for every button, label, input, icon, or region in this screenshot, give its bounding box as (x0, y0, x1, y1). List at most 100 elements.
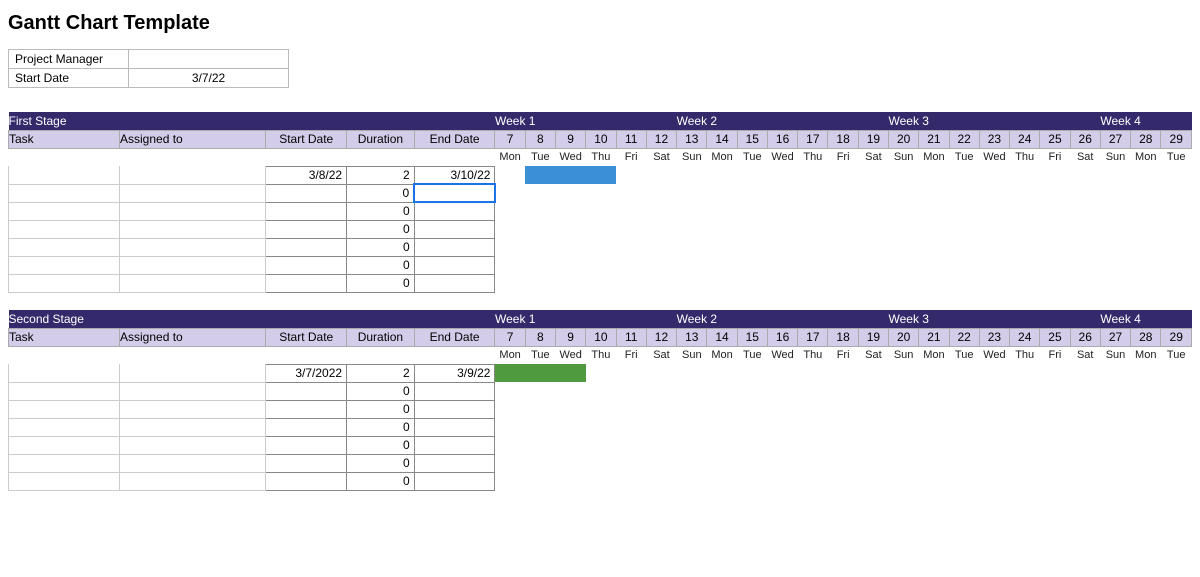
task-row[interactable]: 0 (9, 238, 1192, 256)
gantt-day-cell (677, 220, 707, 238)
task-cell[interactable] (9, 454, 120, 472)
duration-cell[interactable]: 0 (347, 400, 415, 418)
duration-cell[interactable]: 0 (347, 472, 415, 490)
task-cell[interactable] (9, 256, 120, 274)
start-date-cell[interactable] (266, 400, 347, 418)
end-date-cell[interactable] (414, 400, 495, 418)
assigned-cell[interactable] (120, 274, 266, 292)
task-cell[interactable] (9, 238, 120, 256)
task-cell[interactable] (9, 184, 120, 202)
task-row[interactable]: 0 (9, 256, 1192, 274)
end-date-cell[interactable] (414, 256, 495, 274)
duration-cell[interactable]: 0 (347, 220, 415, 238)
task-cell[interactable] (9, 166, 120, 184)
duration-cell[interactable]: 0 (347, 238, 415, 256)
start-date-cell[interactable]: 3/7/2022 (266, 364, 347, 382)
task-cell[interactable] (9, 364, 120, 382)
end-date-cell[interactable] (414, 472, 495, 490)
end-date-cell[interactable] (414, 238, 495, 256)
gantt-day-cell (767, 256, 797, 274)
start-date-cell[interactable] (266, 382, 347, 400)
gantt-day-cell (556, 238, 586, 256)
assigned-cell[interactable] (120, 364, 266, 382)
day-number: 14 (707, 328, 737, 346)
end-date-cell[interactable]: 3/9/22 (414, 364, 495, 382)
task-row[interactable]: 0 (9, 454, 1192, 472)
task-row[interactable]: 0 (9, 436, 1192, 454)
task-row[interactable]: 0 (9, 382, 1192, 400)
task-row[interactable]: 0 (9, 202, 1192, 220)
duration-cell[interactable]: 0 (347, 184, 415, 202)
end-date-cell[interactable] (414, 274, 495, 292)
gantt-day-cell (828, 454, 858, 472)
gantt-day-cell (798, 400, 828, 418)
end-date-cell[interactable] (414, 184, 495, 202)
duration-cell[interactable]: 0 (347, 436, 415, 454)
end-date-cell[interactable] (414, 220, 495, 238)
gantt-day-cell (919, 436, 949, 454)
duration-cell[interactable]: 2 (347, 166, 415, 184)
duration-cell[interactable]: 0 (347, 256, 415, 274)
duration-cell[interactable]: 2 (347, 364, 415, 382)
start-date-cell[interactable] (266, 256, 347, 274)
gantt-grid[interactable]: First StageWeek 1Week 2Week 3Week 4TaskA… (8, 112, 1192, 491)
task-cell[interactable] (9, 472, 120, 490)
task-cell[interactable] (9, 274, 120, 292)
start-date-cell[interactable]: 3/8/22 (266, 166, 347, 184)
start-date-cell[interactable] (266, 274, 347, 292)
task-row[interactable]: 0 (9, 472, 1192, 490)
task-cell[interactable] (9, 382, 120, 400)
gantt-day-cell (979, 418, 1009, 436)
end-date-cell[interactable]: 3/10/22 (414, 166, 495, 184)
assigned-cell[interactable] (120, 454, 266, 472)
task-cell[interactable] (9, 436, 120, 454)
task-cell[interactable] (9, 400, 120, 418)
start-date-cell[interactable] (266, 418, 347, 436)
task-cell[interactable] (9, 418, 120, 436)
start-date-cell[interactable] (266, 202, 347, 220)
task-row[interactable]: 0 (9, 274, 1192, 292)
task-row[interactable]: 3/8/2223/10/22 (9, 166, 1192, 184)
assigned-cell[interactable] (120, 256, 266, 274)
start-date-cell[interactable] (266, 238, 347, 256)
task-row[interactable]: 0 (9, 220, 1192, 238)
end-date-cell[interactable] (414, 382, 495, 400)
start-date-cell[interactable] (266, 436, 347, 454)
end-date-cell[interactable] (414, 436, 495, 454)
assigned-cell[interactable] (120, 436, 266, 454)
task-row[interactable]: 3/7/202223/9/22 (9, 364, 1192, 382)
duration-cell[interactable]: 0 (347, 274, 415, 292)
start-date-cell[interactable] (266, 472, 347, 490)
day-number: 10 (586, 328, 616, 346)
assigned-cell[interactable] (120, 184, 266, 202)
end-date-cell[interactable] (414, 202, 495, 220)
start-date-value-cell[interactable]: 3/7/22 (129, 69, 289, 88)
day-of-week: Wed (556, 148, 586, 166)
duration-cell[interactable]: 0 (347, 454, 415, 472)
assigned-cell[interactable] (120, 472, 266, 490)
pm-value-cell[interactable] (129, 50, 289, 69)
gantt-day-cell (919, 202, 949, 220)
duration-cell[interactable]: 0 (347, 418, 415, 436)
assigned-cell[interactable] (120, 238, 266, 256)
gantt-day-cell (828, 418, 858, 436)
week-4-label: Week 4 (1100, 112, 1191, 130)
task-row[interactable]: 0 (9, 184, 1192, 202)
start-date-cell[interactable] (266, 184, 347, 202)
task-row[interactable]: 0 (9, 418, 1192, 436)
duration-cell[interactable]: 0 (347, 202, 415, 220)
duration-cell[interactable]: 0 (347, 382, 415, 400)
assigned-cell[interactable] (120, 220, 266, 238)
task-row[interactable]: 0 (9, 400, 1192, 418)
assigned-cell[interactable] (120, 382, 266, 400)
start-date-cell[interactable] (266, 454, 347, 472)
task-cell[interactable] (9, 220, 120, 238)
assigned-cell[interactable] (120, 418, 266, 436)
start-date-cell[interactable] (266, 220, 347, 238)
task-cell[interactable] (9, 202, 120, 220)
end-date-cell[interactable] (414, 418, 495, 436)
end-date-cell[interactable] (414, 454, 495, 472)
assigned-cell[interactable] (120, 400, 266, 418)
assigned-cell[interactable] (120, 202, 266, 220)
assigned-cell[interactable] (120, 166, 266, 184)
